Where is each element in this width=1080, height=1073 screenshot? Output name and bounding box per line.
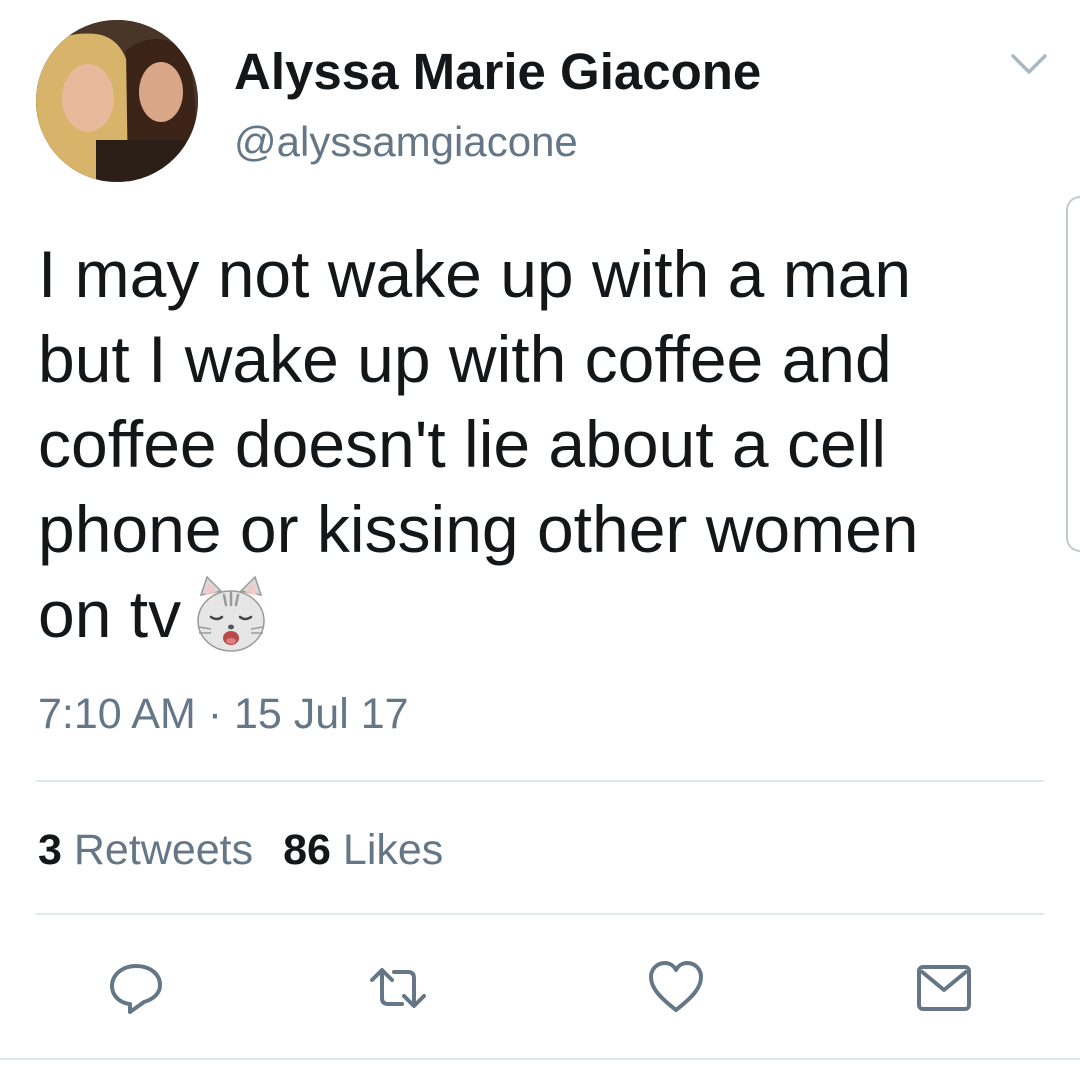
tweet-stats: 3 Retweets 86 Likes — [38, 826, 443, 875]
likes-stat[interactable]: 86 Likes — [283, 826, 443, 874]
likes-count: 86 — [283, 826, 331, 874]
retweets-label: Retweets — [73, 826, 254, 874]
scroll-indicator[interactable] — [1066, 196, 1080, 552]
tweet-text-line: on tv — [38, 577, 182, 651]
retweets-stat[interactable]: 3 Retweets — [38, 826, 253, 874]
avatar[interactable] — [36, 20, 198, 182]
likes-label: Likes — [342, 826, 444, 874]
heart-icon[interactable] — [646, 958, 706, 1018]
tweet-time: 7:10 AM — [38, 690, 196, 738]
retweets-count: 3 — [38, 826, 62, 874]
tweet-text: I may not wake up with a man but I wake … — [38, 232, 1048, 657]
tweet-text-line: coffee doesn't lie about a cell — [38, 407, 886, 481]
user-handle[interactable]: @alyssamgiacone — [234, 118, 578, 166]
divider — [36, 913, 1044, 915]
weary-cat-emoji-icon — [191, 575, 271, 655]
avatar-photo — [36, 20, 198, 182]
envelope-icon[interactable] — [914, 958, 974, 1018]
tweet-text-line: I may not wake up with a man — [38, 237, 912, 311]
tweet-timestamp[interactable]: 7:10 AM · 15 Jul 17 — [38, 690, 409, 739]
tweet-text-line: phone or kissing other women — [38, 492, 919, 566]
display-name[interactable]: Alyssa Marie Giacone — [234, 42, 761, 101]
reply-icon[interactable] — [106, 958, 166, 1018]
tweet-text-last-line: on tv — [38, 572, 1048, 657]
tweet-text-line: but I wake up with coffee and — [38, 322, 892, 396]
retweet-icon[interactable] — [368, 958, 428, 1018]
divider — [0, 1058, 1080, 1060]
timestamp-separator: · — [207, 690, 223, 738]
tweet-date: 15 Jul 17 — [234, 690, 409, 738]
chevron-down-icon[interactable] — [1008, 48, 1050, 80]
divider — [36, 780, 1044, 782]
